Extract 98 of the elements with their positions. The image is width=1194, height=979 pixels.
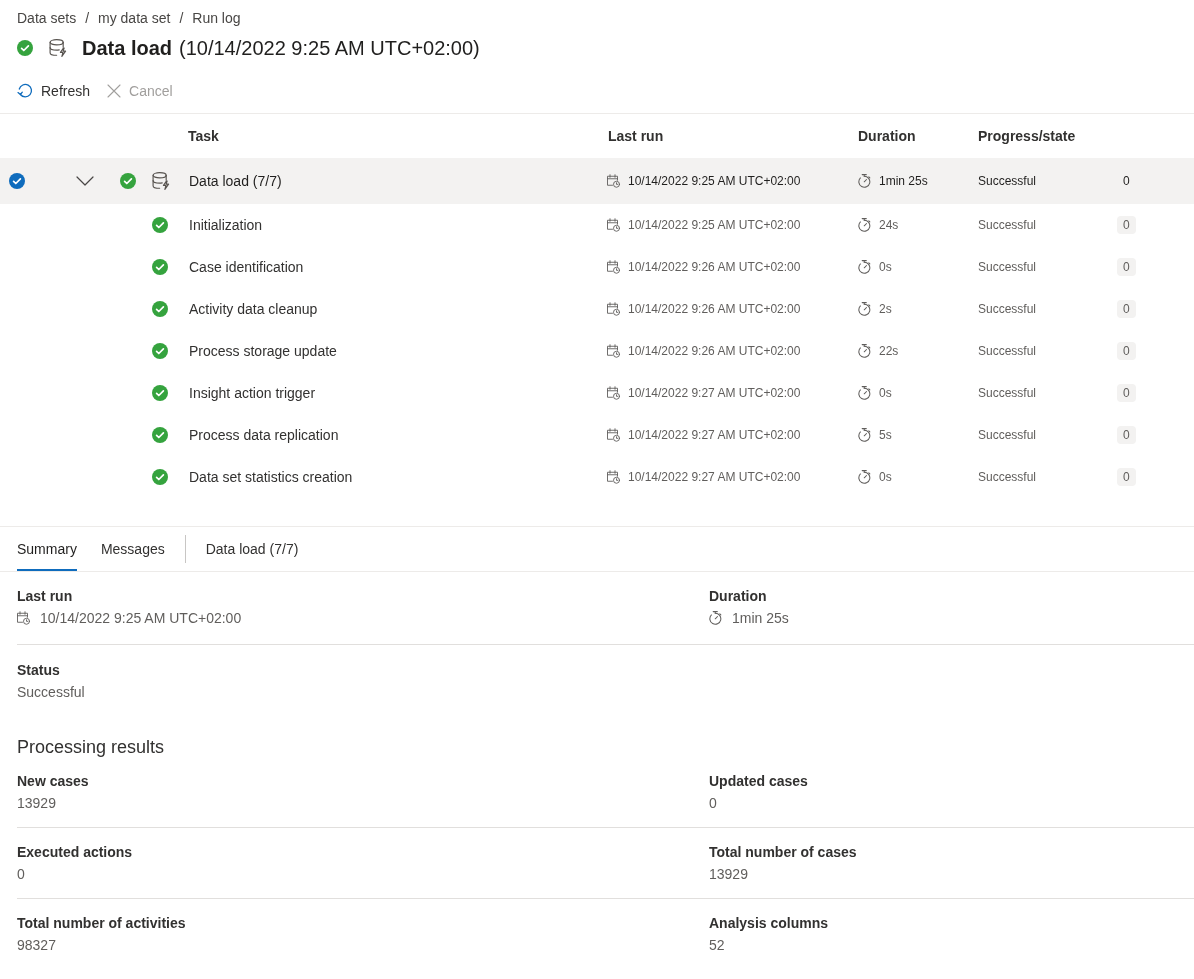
field-label: Status <box>17 661 60 680</box>
page-title-timestamp: (10/14/2022 9:25 AM UTC+02:00) <box>179 36 480 60</box>
breadcrumb-separator: / <box>179 9 184 28</box>
state-text: Successful <box>978 218 1037 232</box>
stopwatch-icon <box>858 386 871 400</box>
duration-text: 2s <box>879 302 892 316</box>
task-name: Data load (7/7) <box>189 173 282 189</box>
field-value: 1min 25s <box>732 610 789 626</box>
column-header[interactable]: Progress/state <box>978 128 1076 144</box>
field-value: 10/14/2022 9:25 AM UTC+02:00 <box>40 610 242 626</box>
count-badge: 0 <box>1117 300 1136 318</box>
tab[interactable]: Summary <box>17 527 77 571</box>
field-label: Last run <box>17 587 73 606</box>
refresh-button[interactable]: Refresh <box>17 77 91 105</box>
state-text: Successful <box>978 428 1037 442</box>
count-badge: 0 <box>1117 426 1136 444</box>
field-label: Total number of cases <box>709 843 857 862</box>
duration-text: 0s <box>879 470 892 484</box>
field-label: Analysis columns <box>709 914 829 933</box>
last-run-time: 10/14/2022 9:27 AM UTC+02:00 <box>628 470 801 484</box>
duration-text: 0s <box>879 260 892 274</box>
field-label: Total number of activities <box>17 914 186 933</box>
stopwatch-icon <box>858 260 871 274</box>
tab[interactable]: Messages <box>100 527 165 571</box>
database-icon <box>152 172 170 190</box>
stopwatch-icon <box>858 344 871 358</box>
task-name: Data set statistics creation <box>189 469 353 485</box>
stopwatch-icon <box>858 302 871 316</box>
database-icon <box>49 39 67 57</box>
field-label: Executed actions <box>17 843 133 862</box>
breadcrumb-separator: / <box>85 9 90 28</box>
selection-check-icon[interactable] <box>9 173 25 189</box>
state-text: Successful <box>978 174 1037 188</box>
field-value: 52 <box>709 937 725 953</box>
task-name: Process data replication <box>189 427 339 443</box>
last-run-time: 10/14/2022 9:27 AM UTC+02:00 <box>628 386 801 400</box>
count-badge: 0 <box>1117 258 1136 276</box>
field-label: New cases <box>17 772 89 791</box>
column-header[interactable]: Last run <box>608 128 664 144</box>
page-title: Data load <box>82 36 173 60</box>
last-run-time: 10/14/2022 9:27 AM UTC+02:00 <box>628 428 801 442</box>
refresh-icon <box>17 83 33 99</box>
calendar-clock-icon <box>607 302 620 316</box>
duration-text: 0s <box>879 386 892 400</box>
field-value: 0 <box>709 795 717 811</box>
calendar-clock-icon <box>607 386 620 400</box>
close-icon <box>107 84 122 98</box>
section-heading: Processing results <box>17 736 165 759</box>
field-label: Duration <box>709 587 767 606</box>
breadcrumb-link[interactable]: my data set <box>98 8 171 28</box>
state-text: Successful <box>978 470 1037 484</box>
task-name: Process storage update <box>189 343 337 359</box>
field-value: 98327 <box>17 937 56 953</box>
calendar-clock-icon <box>607 428 620 442</box>
last-run-time: 10/14/2022 9:26 AM UTC+02:00 <box>628 302 801 316</box>
field-value: Successful <box>17 684 85 700</box>
stopwatch-icon <box>858 174 871 188</box>
breadcrumb-link[interactable]: Data sets <box>17 8 77 28</box>
task-name: Case identification <box>189 259 304 275</box>
state-text: Successful <box>978 344 1037 358</box>
last-run-time: 10/14/2022 9:25 AM UTC+02:00 <box>628 218 801 232</box>
stopwatch-icon <box>858 428 871 442</box>
duration-text: 5s <box>879 428 892 442</box>
state-text: Successful <box>978 386 1037 400</box>
chevron-down-icon[interactable] <box>76 176 94 186</box>
duration-text: 1min 25s <box>879 174 928 188</box>
calendar-clock-icon <box>17 611 30 625</box>
stopwatch-icon <box>709 611 722 625</box>
state-text: Successful <box>978 260 1037 274</box>
field-value: 13929 <box>709 866 748 882</box>
calendar-clock-icon <box>607 344 620 358</box>
count-badge: 0 <box>1117 216 1136 234</box>
count-badge: 0 <box>1117 342 1136 360</box>
duration-text: 24s <box>879 218 899 232</box>
field-value: 13929 <box>17 795 56 811</box>
calendar-clock-icon <box>607 174 620 188</box>
duration-text: 22s <box>879 344 899 358</box>
stopwatch-icon <box>858 470 871 484</box>
count-badge: 0 <box>1117 384 1136 402</box>
count-badge: 0 <box>1117 468 1136 486</box>
last-run-time: 10/14/2022 9:26 AM UTC+02:00 <box>628 344 801 358</box>
calendar-clock-icon <box>607 260 620 274</box>
task-name: Activity data cleanup <box>189 301 318 317</box>
task-name: Insight action trigger <box>189 385 316 401</box>
task-name: Initialization <box>189 217 263 233</box>
column-header[interactable]: Task <box>188 128 219 144</box>
calendar-clock-icon <box>607 218 620 232</box>
last-run-time: 10/14/2022 9:25 AM UTC+02:00 <box>628 174 801 188</box>
calendar-clock-icon <box>607 470 620 484</box>
tab[interactable]: Data load (7/7) <box>205 527 299 571</box>
field-value: 0 <box>17 866 25 882</box>
column-header[interactable]: Duration <box>858 128 916 144</box>
stopwatch-icon <box>858 218 871 232</box>
state-text: Successful <box>978 302 1037 316</box>
field-label: Updated cases <box>709 772 808 791</box>
last-run-time: 10/14/2022 9:26 AM UTC+02:00 <box>628 260 801 274</box>
table-row[interactable]: Data load (7/7) 10/14/2022 9:25 AM UTC+02:00 1min 25s Successful 0 <box>0 158 1194 204</box>
breadcrumb-link[interactable]: Run log <box>192 8 241 28</box>
